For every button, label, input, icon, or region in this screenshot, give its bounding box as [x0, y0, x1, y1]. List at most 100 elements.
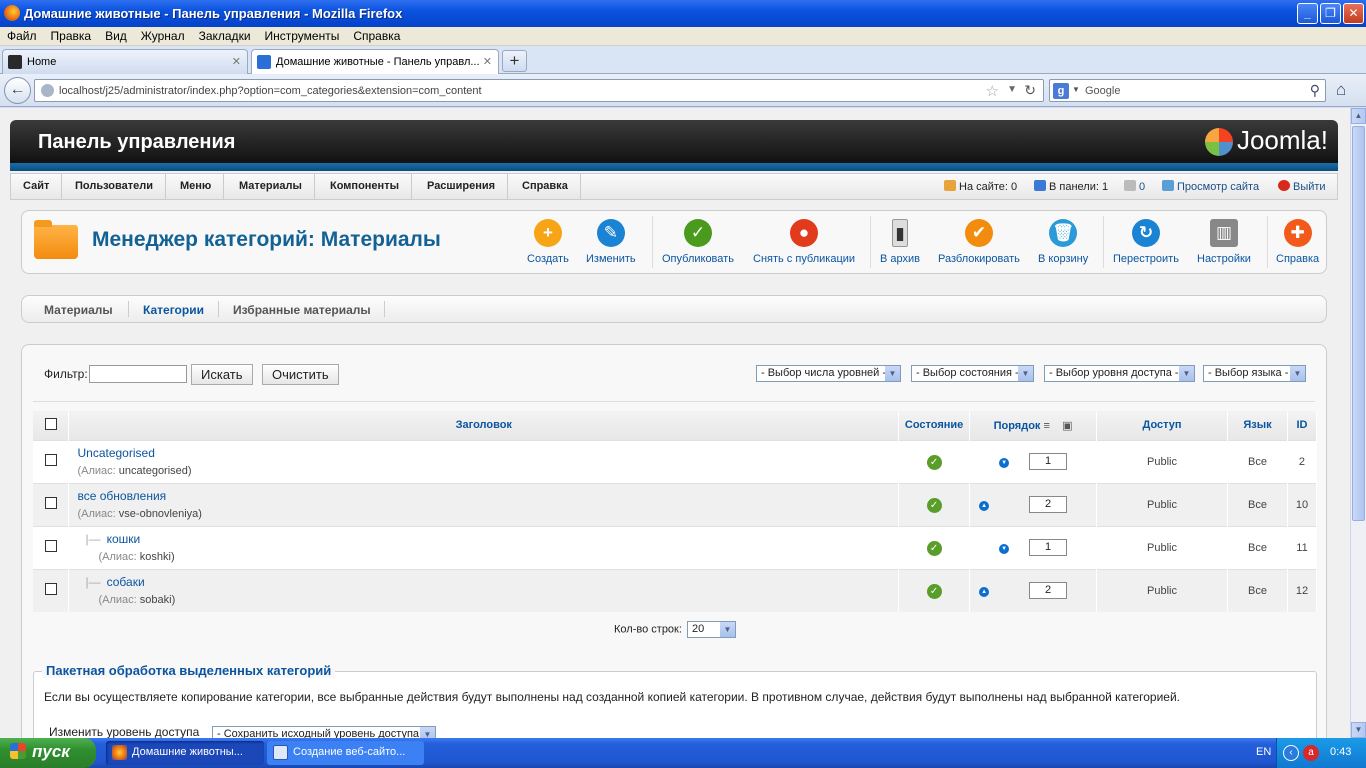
tab-strip: Home ✕ Домашние животные - Панель управл… [0, 46, 1366, 75]
new-tab-button[interactable]: + [502, 50, 527, 72]
tab-home[interactable]: Home ✕ [2, 49, 248, 74]
search-icon[interactable]: ⚲ [1310, 82, 1320, 99]
rows-per-page-select[interactable]: 20 ▼ [686, 621, 736, 638]
topmenu-menu[interactable]: Меню [168, 174, 225, 199]
order-input[interactable]: 1 [1029, 453, 1068, 470]
toolbar-button-help[interactable]: ✚ Справка [1276, 219, 1319, 265]
topmenu-site[interactable]: Сайт [11, 174, 63, 199]
toolbar-button-add[interactable]: + Создать [527, 219, 569, 265]
search-bar[interactable]: g ▼ Google ⚲ [1049, 79, 1326, 102]
tray-arrow-icon[interactable]: ‹ [1283, 745, 1299, 761]
select-all-checkbox[interactable] [44, 417, 57, 430]
close-tab-icon[interactable]: ✕ [483, 55, 492, 68]
tab-categories[interactable]: Домашние животные - Панель управл... ✕ [251, 49, 499, 75]
order-input[interactable]: 1 [1029, 539, 1068, 556]
clear-button[interactable]: Очистить [262, 364, 339, 385]
row-checkbox[interactable] [44, 540, 57, 552]
search-button[interactable]: Искать [191, 364, 253, 385]
access-select[interactable]: - Выбор уровня доступа - ▼ [1044, 365, 1195, 382]
toolbar-button-trash[interactable]: 🗑 В корзину [1038, 219, 1088, 265]
menu-history[interactable]: Журнал [134, 27, 192, 43]
toolbar-button-unpublish[interactable]: ● Снять с публикации [753, 219, 855, 265]
search-engine-dropdown-icon[interactable]: ▼ [1072, 85, 1080, 94]
category-title-link[interactable]: все обновления [77, 489, 166, 503]
scroll-thumb[interactable] [1352, 126, 1365, 521]
status-column-header[interactable]: Состояние [898, 411, 971, 440]
filter-search-input[interactable] [89, 365, 187, 383]
logout-text[interactable]: Выйти [1293, 181, 1326, 193]
language-indicator[interactable]: EN [1256, 746, 1271, 758]
published-check-icon[interactable]: ✓ [926, 540, 942, 556]
google-icon[interactable]: g [1053, 83, 1069, 99]
order-column-header[interactable]: Порядок ≡ ▣ [969, 411, 1098, 440]
taskbar-item-firefox[interactable]: Домашние животны... [106, 741, 264, 765]
topmenu-content[interactable]: Материалы [227, 174, 315, 199]
reload-icon[interactable]: ↻ [1024, 82, 1036, 99]
maximize-button[interactable]: ❐ [1320, 3, 1341, 24]
toolbar-button-edit[interactable]: ✎ Изменить [586, 219, 636, 265]
save-order-icon[interactable]: ▣ [1062, 420, 1072, 432]
published-check-icon[interactable]: ✓ [926, 583, 942, 599]
home-icon[interactable]: ⌂ [1336, 80, 1346, 100]
view-site-link[interactable]: Просмотр сайта [1162, 180, 1259, 193]
menu-file[interactable]: Файл [0, 27, 44, 43]
menu-view[interactable]: Вид [98, 27, 134, 43]
messages-count[interactable]: 0 [1124, 180, 1145, 193]
submenu-articles[interactable]: Материалы [44, 303, 113, 317]
toolbar-button-checkin[interactable]: ✔ Разблокировать [938, 219, 1020, 265]
address-bar[interactable]: localhost/j25/administrator/index.php?op… [34, 79, 1044, 102]
start-button[interactable]: пуск [0, 738, 96, 768]
order-down-icon[interactable]: ▼ [999, 458, 1010, 468]
scroll-down-icon[interactable]: ▼ [1351, 722, 1366, 738]
toolbar-button-options[interactable]: ▥ Настройки [1197, 219, 1251, 265]
minimize-button[interactable]: _ [1297, 3, 1318, 24]
toolbar-button-refresh[interactable]: ↻ Перестроить [1113, 219, 1179, 265]
topmenu-components[interactable]: Компоненты [318, 174, 412, 199]
published-check-icon[interactable]: ✓ [926, 454, 942, 470]
messages-count-text[interactable]: 0 [1139, 181, 1145, 193]
category-title-link[interactable]: собаки [107, 575, 145, 589]
clock[interactable]: 0:43 [1330, 746, 1351, 758]
title-column-header[interactable]: Заголовок [68, 411, 900, 440]
order-input[interactable]: 2 [1029, 582, 1068, 600]
close-button[interactable]: ✕ [1343, 3, 1364, 24]
order-input[interactable]: 2 [1029, 496, 1068, 513]
access-column-header[interactable]: Доступ [1096, 411, 1228, 440]
state-select[interactable]: - Выбор состояния - ▼ [911, 365, 1034, 382]
antivirus-icon[interactable]: a [1303, 745, 1319, 761]
history-dropdown-icon[interactable]: ▼ [1007, 84, 1017, 95]
id-column-header[interactable]: ID [1287, 411, 1318, 440]
order-up-icon[interactable]: ▲ [979, 501, 990, 511]
topmenu-users[interactable]: Пользователи [63, 174, 167, 199]
row-checkbox[interactable] [44, 583, 57, 596]
menu-bookmarks[interactable]: Закладки [192, 27, 258, 43]
menu-edit[interactable]: Правка [44, 27, 99, 43]
language-select[interactable]: - Выбор языка - ▼ [1203, 365, 1306, 382]
menu-tools[interactable]: Инструменты [258, 27, 347, 43]
toolbar-button-publish[interactable]: ✓ Опубликовать [662, 219, 734, 265]
category-title-link[interactable]: Uncategorised [77, 446, 154, 460]
submenu-featured[interactable]: Избранные материалы [233, 303, 371, 317]
back-button[interactable]: ← [4, 77, 31, 104]
taskbar-item-word[interactable]: Создание веб-сайто... [267, 741, 424, 765]
submenu-categories[interactable]: Категории [143, 303, 204, 317]
page-scrollbar[interactable]: ▲ ▼ [1350, 108, 1366, 738]
language-column-header[interactable]: Язык [1227, 411, 1288, 440]
view-site-text[interactable]: Просмотр сайта [1177, 181, 1259, 193]
batch-access-select[interactable]: - Сохранить исходный уровень доступа - ▼ [212, 726, 436, 738]
menu-help[interactable]: Справка [346, 27, 407, 43]
logout-link[interactable]: Выйти [1278, 180, 1326, 193]
category-title-link[interactable]: кошки [107, 532, 141, 546]
close-tab-icon[interactable]: ✕ [232, 55, 241, 68]
levels-select[interactable]: - Выбор числа уровней - ▼ [756, 365, 901, 382]
published-check-icon[interactable]: ✓ [926, 497, 942, 513]
topmenu-extensions[interactable]: Расширения [415, 174, 509, 199]
scroll-up-icon[interactable]: ▲ [1351, 108, 1366, 124]
bookmark-star-icon[interactable]: ☆ [986, 82, 999, 100]
topmenu-help[interactable]: Справка [510, 174, 581, 199]
order-down-icon[interactable]: ▼ [999, 544, 1010, 554]
row-checkbox[interactable] [44, 497, 57, 509]
order-up-icon[interactable]: ▲ [979, 587, 990, 598]
row-checkbox[interactable] [44, 454, 57, 466]
toolbar-button-archive[interactable]: ▮ В архив [880, 219, 920, 265]
